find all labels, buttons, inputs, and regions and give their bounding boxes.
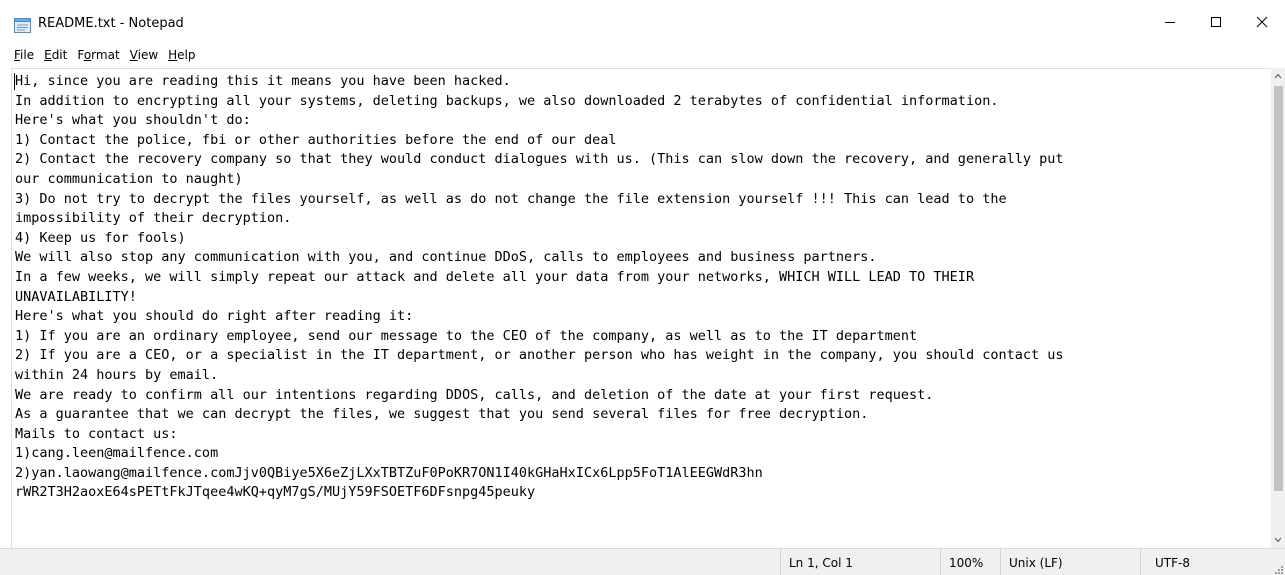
menu-format[interactable]: Format bbox=[72, 48, 124, 62]
window-title: README.txt - Notepad bbox=[38, 16, 184, 31]
text-editor[interactable]: Hi, since you are reading this it means … bbox=[11, 68, 1272, 549]
zoom-level: 100% bbox=[940, 549, 1000, 575]
line-ending: Unix (LF) bbox=[1000, 549, 1140, 575]
text-line: 2) If you are a CEO, or a specialist in … bbox=[15, 347, 1064, 364]
close-button[interactable] bbox=[1239, 0, 1285, 44]
text-line: within 24 hours by email. bbox=[15, 366, 219, 383]
maximize-icon bbox=[1211, 17, 1221, 27]
notepad-icon bbox=[14, 18, 31, 33]
maximize-button[interactable] bbox=[1193, 0, 1239, 44]
scroll-thumb[interactable] bbox=[1274, 86, 1283, 491]
text-line: UNAVAILABILITY! bbox=[15, 288, 137, 305]
text-line: As a guarantee that we can decrypt the f… bbox=[15, 406, 869, 423]
notepad-window: README.txt - Notepad File Edit Format Vi… bbox=[0, 0, 1285, 575]
menu-edit[interactable]: Edit bbox=[39, 48, 72, 62]
scroll-down-button[interactable] bbox=[1271, 532, 1285, 548]
menu-bar: File Edit Format View Help bbox=[0, 44, 1285, 66]
encoding: UTF-8 bbox=[1140, 549, 1285, 575]
menu-edit-mnemonic: E bbox=[44, 48, 52, 62]
text-caret bbox=[14, 73, 15, 90]
menu-help-mnemonic: H bbox=[168, 48, 178, 62]
minimize-icon bbox=[1165, 22, 1175, 23]
text-line: 1) Contact the police, fbi or other auth… bbox=[15, 131, 617, 148]
text-line: Here's what you shouldn't do: bbox=[15, 112, 251, 129]
text-line: rWR2T3H2aoxE64sPETtFkJTqee4wKQ+qyM7gS/MU… bbox=[15, 484, 536, 501]
menu-view[interactable]: View bbox=[125, 48, 163, 62]
text-line: In a few weeks, we will simply repeat ou… bbox=[15, 268, 975, 285]
menu-view-mnemonic: V bbox=[129, 48, 138, 62]
menu-edit-label: dit bbox=[51, 48, 68, 62]
minimize-button[interactable] bbox=[1147, 0, 1193, 44]
menu-file-label: ile bbox=[20, 48, 35, 62]
vertical-scrollbar[interactable] bbox=[1271, 68, 1285, 548]
text-line: Hi, since you are reading this it means … bbox=[15, 73, 511, 89]
resize-grip-icon[interactable] bbox=[1273, 564, 1283, 574]
text-line: Mails to contact us: bbox=[15, 425, 178, 442]
text-line: 4) Keep us for fools) bbox=[15, 229, 186, 246]
scroll-up-button[interactable] bbox=[1271, 68, 1285, 84]
text-line: We are ready to confirm all our intentio… bbox=[15, 386, 934, 403]
text-line: our communication to naught) bbox=[15, 170, 243, 187]
cursor-position: Ln 1, Col 1 bbox=[780, 549, 940, 575]
menu-help[interactable]: Help bbox=[163, 48, 200, 62]
chevron-up-icon bbox=[1274, 73, 1282, 79]
text-line: 1)cang.leen@mailfence.com bbox=[15, 445, 219, 462]
text-line: 3) Do not try to decrypt the files yours… bbox=[15, 190, 1007, 207]
text-line: 2)yan.laowang@mailfence.comJjv0QBiye5X6e… bbox=[15, 464, 763, 481]
text-line: 2) Contact the recovery company so that … bbox=[15, 151, 1064, 168]
text-line: We will also stop any communication with… bbox=[15, 249, 877, 266]
status-bar: Ln 1, Col 1 100% Unix (LF) UTF-8 bbox=[0, 548, 1285, 575]
menu-file[interactable]: File bbox=[0, 48, 39, 62]
document-text[interactable]: Hi, since you are reading this it means … bbox=[12, 69, 1272, 503]
text-line: 1) If you are an ordinary employee, send… bbox=[15, 327, 918, 344]
text-line: impossibility of their decryption. bbox=[15, 210, 292, 227]
menu-help-label: elp bbox=[177, 48, 196, 62]
chevron-down-icon bbox=[1274, 537, 1282, 543]
close-icon bbox=[1256, 16, 1268, 28]
text-line: Here's what you should do right after re… bbox=[15, 308, 414, 325]
title-bar[interactable]: README.txt - Notepad bbox=[0, 0, 1285, 44]
menu-format-label: rmat bbox=[91, 48, 120, 62]
menu-view-label: iew bbox=[137, 48, 159, 62]
text-line: In addition to encrypting all your syste… bbox=[15, 92, 999, 109]
